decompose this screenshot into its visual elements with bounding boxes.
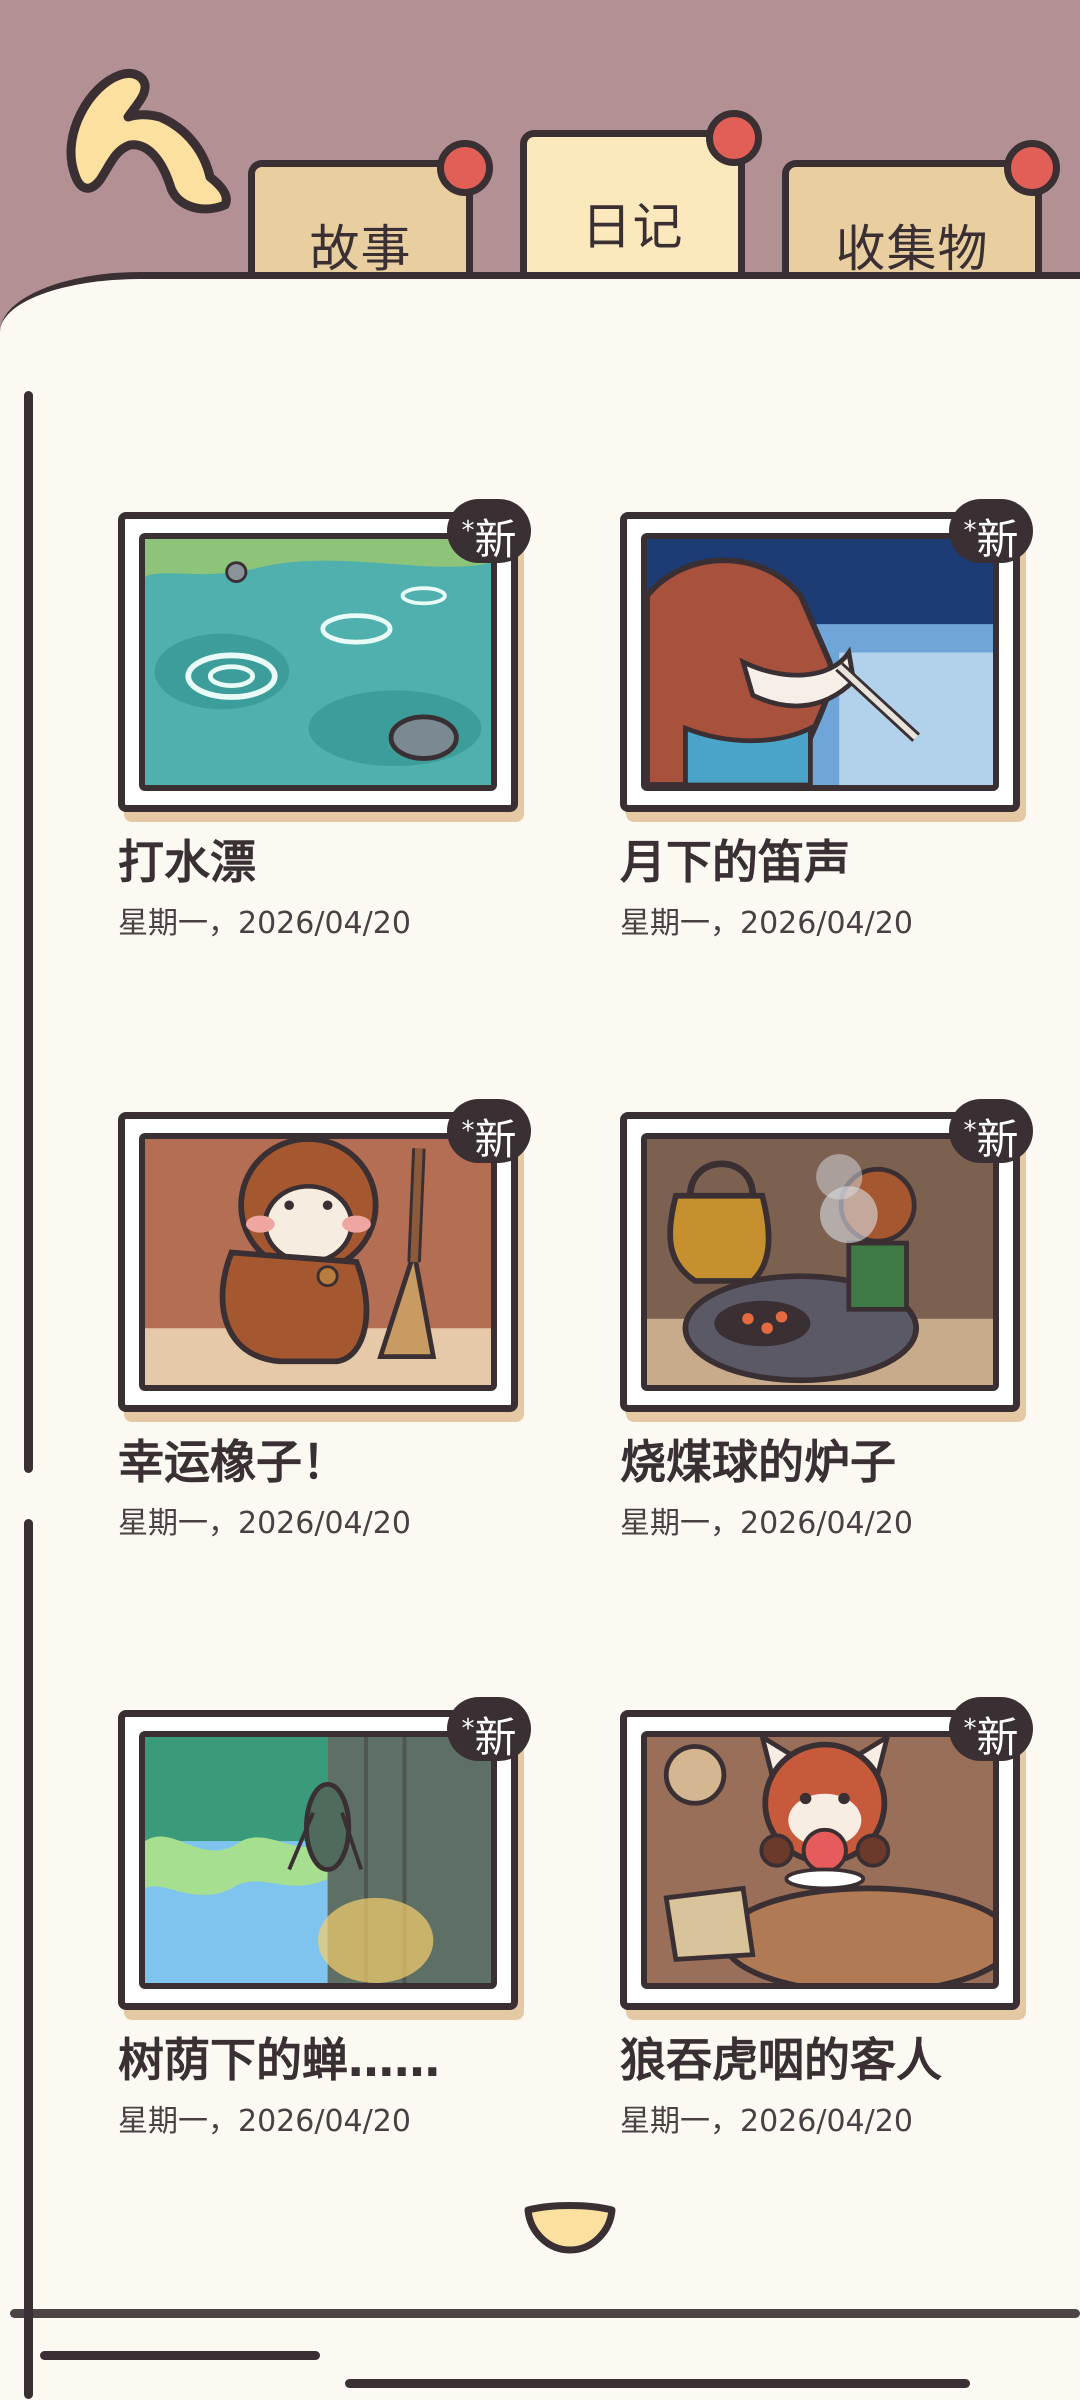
- entry-date: 星期一，2026/04/20: [620, 2104, 913, 2139]
- scroll-down-icon[interactable]: [522, 2202, 618, 2256]
- diary-entry-card[interactable]: *新 月下的笛声 星期一，2026/04/20: [620, 499, 1040, 942]
- entry-date: 星期一，2026/04/20: [118, 2104, 411, 2139]
- tab-collection[interactable]: 收集物: [782, 160, 1042, 290]
- new-badge: *新: [447, 499, 531, 564]
- new-badge: *新: [949, 1697, 1033, 1762]
- entry-title: 狼吞虎咽的客人: [620, 2033, 942, 2087]
- diary-entry-card[interactable]: *新 烧煤球的炉子 星期一，2026/04/20: [620, 1099, 1040, 1542]
- diary-screen: 故事 日记 收集物 *新 打水漂 星期一，2026/04/20 *新 月下的笛声…: [0, 0, 1080, 2400]
- diary-entry-card[interactable]: *新 打水漂 星期一，2026/04/20: [118, 499, 538, 942]
- pin-icon: [706, 110, 762, 166]
- page-border: [24, 391, 33, 1473]
- entry-date: 星期一，2026/04/20: [118, 1506, 411, 1541]
- page-border: [345, 2379, 970, 2388]
- diary-entry-card[interactable]: *新 树荫下的蝉…… 星期一，2026/04/20: [118, 1697, 538, 2140]
- diary-entry-card[interactable]: *新 幸运橡子！ 星期一，2026/04/20: [118, 1099, 538, 1542]
- entry-photo: *新: [620, 1697, 1033, 2010]
- new-badge: *新: [949, 1099, 1033, 1164]
- entry-photo: *新: [118, 1697, 531, 2010]
- entry-date: 星期一，2026/04/20: [118, 906, 411, 941]
- back-arrow-icon[interactable]: [50, 55, 250, 235]
- entry-photo: *新: [118, 499, 531, 812]
- entry-title: 打水漂: [118, 835, 256, 889]
- entry-title: 月下的笛声: [620, 835, 850, 889]
- entry-photo: *新: [620, 1099, 1033, 1412]
- diary-entry-card[interactable]: *新 狼吞虎咽的客人 星期一，2026/04/20: [620, 1697, 1040, 2140]
- tab-collection-label: 收集物: [835, 220, 989, 278]
- entry-title: 树荫下的蝉……: [118, 2033, 440, 2087]
- tab-diary-label: 日记: [581, 198, 684, 256]
- page-border: [24, 1519, 33, 2399]
- page-border: [10, 2309, 1080, 2318]
- new-badge: *新: [447, 1697, 531, 1762]
- entry-title: 烧煤球的炉子: [620, 1435, 896, 1489]
- pin-icon: [437, 140, 493, 196]
- tab-story-label: 故事: [309, 220, 412, 278]
- entry-title: 幸运橡子！: [118, 1435, 348, 1489]
- entry-photo: *新: [620, 499, 1033, 812]
- pin-icon: [1004, 140, 1060, 196]
- page-border: [40, 2351, 320, 2360]
- new-badge: *新: [447, 1099, 531, 1164]
- entry-photo: *新: [118, 1099, 531, 1412]
- entry-date: 星期一，2026/04/20: [620, 1506, 913, 1541]
- entry-date: 星期一，2026/04/20: [620, 906, 913, 941]
- new-badge: *新: [949, 499, 1033, 564]
